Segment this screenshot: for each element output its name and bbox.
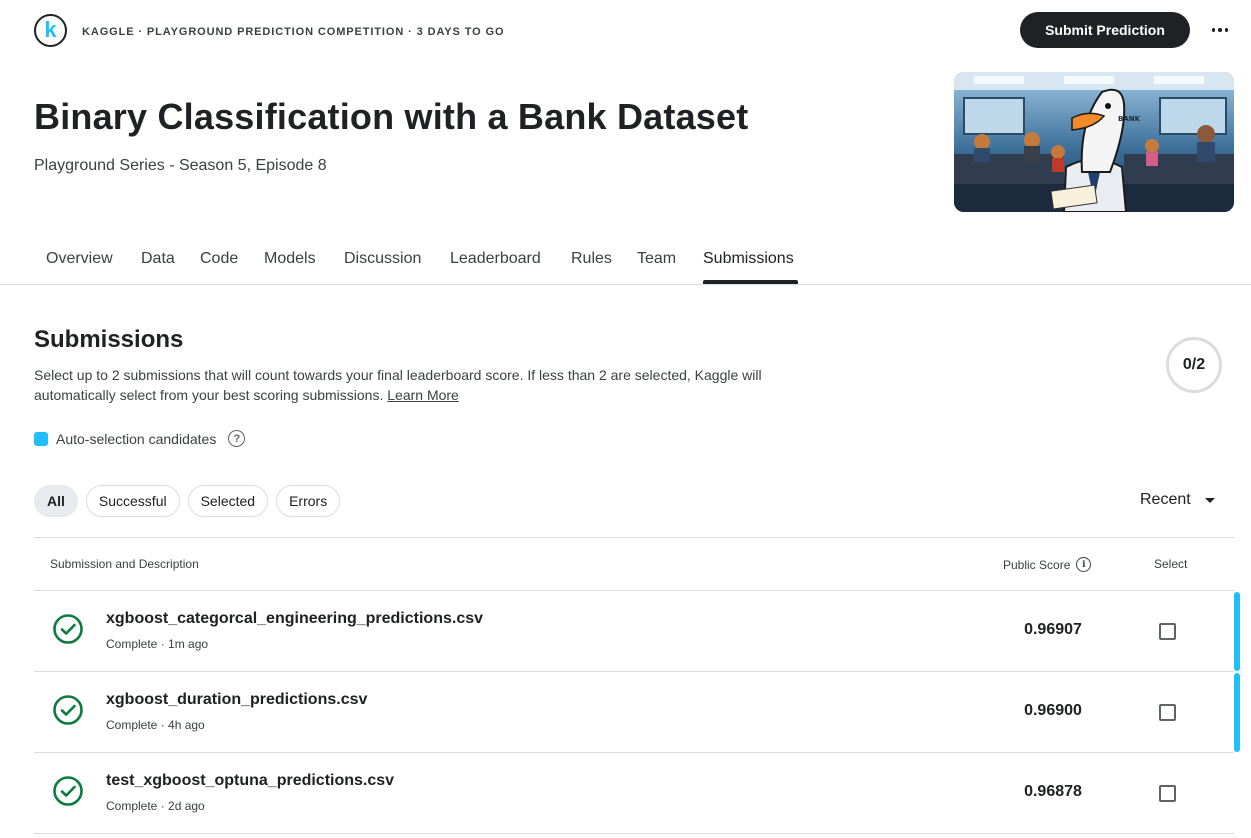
competition-meta: KAGGLE · PLAYGROUND PREDICTION COMPETITI… bbox=[82, 26, 505, 38]
caret-down-icon bbox=[1204, 497, 1215, 503]
auto-selection-marker bbox=[1234, 592, 1240, 671]
submission-status: Complete · 4h ago bbox=[106, 718, 205, 732]
tab-rules[interactable]: Rules bbox=[571, 250, 612, 284]
auto-selection-swatch bbox=[34, 431, 48, 446]
public-score: 0.96907 bbox=[1024, 621, 1082, 638]
competition-tabs: Overview Data Code Models Discussion Lea… bbox=[0, 240, 1251, 285]
tab-code[interactable]: Code bbox=[200, 250, 238, 284]
column-header-description: Submission and Description bbox=[50, 557, 199, 571]
submissions-table-header: Submission and Description Public Score … bbox=[34, 537, 1234, 591]
public-score: 0.96900 bbox=[1024, 702, 1082, 719]
column-header-score: Public Score i bbox=[1003, 557, 1092, 572]
auto-selection-marker bbox=[1234, 673, 1240, 752]
tab-submissions[interactable]: Submissions bbox=[703, 250, 794, 284]
filter-successful-chip[interactable]: Successful bbox=[85, 485, 180, 517]
submissions-description: Select up to 2 submissions that will cou… bbox=[34, 365, 834, 405]
auto-selection-label: Auto-selection candidates bbox=[56, 430, 217, 447]
top-bar: k KAGGLE · PLAYGROUND PREDICTION COMPETI… bbox=[0, 0, 1251, 62]
success-check-icon bbox=[53, 614, 83, 644]
column-header-score-label: Public Score bbox=[1003, 557, 1071, 572]
tab-leaderboard[interactable]: Leaderboard bbox=[450, 250, 541, 284]
select-checkbox[interactable] bbox=[1159, 623, 1176, 640]
select-checkbox[interactable] bbox=[1159, 704, 1176, 721]
tab-data[interactable]: Data bbox=[141, 250, 175, 284]
submission-filename[interactable]: test_xgboost_optuna_predictions.csv bbox=[106, 772, 394, 790]
table-row[interactable]: xgboost_categorcal_engineering_predictio… bbox=[34, 591, 1240, 672]
filter-chips: All Successful Selected Errors bbox=[34, 485, 341, 517]
tab-overview[interactable]: Overview bbox=[46, 250, 113, 284]
tab-models[interactable]: Models bbox=[264, 250, 316, 284]
public-score: 0.96878 bbox=[1024, 783, 1082, 800]
kaggle-logo-letter: k bbox=[44, 16, 57, 42]
success-check-icon bbox=[53, 695, 83, 725]
filter-all-chip[interactable]: All bbox=[34, 485, 78, 517]
select-checkbox[interactable] bbox=[1159, 785, 1176, 802]
submission-filename[interactable]: xgboost_duration_predictions.csv bbox=[106, 691, 367, 709]
banner-bank-sign: BANK bbox=[1118, 115, 1141, 123]
table-row[interactable]: xgboost_duration_predictions.csv Complet… bbox=[34, 672, 1240, 753]
kaggle-logo[interactable]: k bbox=[34, 14, 67, 47]
selection-counter: 0/2 bbox=[1166, 337, 1222, 393]
page-subtitle: Playground Series - Season 5, Episode 8 bbox=[34, 157, 327, 174]
tab-discussion[interactable]: Discussion bbox=[344, 250, 421, 284]
auto-selection-legend: Auto-selection candidates ? bbox=[34, 430, 246, 447]
filter-errors-chip[interactable]: Errors bbox=[276, 485, 341, 517]
submission-status: Complete · 1m ago bbox=[106, 637, 209, 651]
table-row[interactable]: test_xgboost_optuna_predictions.csv Comp… bbox=[34, 753, 1234, 834]
sort-dropdown[interactable]: Recent bbox=[1140, 491, 1215, 509]
submission-filename[interactable]: xgboost_categorcal_engineering_predictio… bbox=[106, 610, 483, 628]
help-circle-icon[interactable]: ? bbox=[228, 430, 246, 447]
submissions-heading: Submissions bbox=[34, 326, 184, 353]
filter-selected-chip[interactable]: Selected bbox=[187, 485, 269, 517]
tab-team[interactable]: Team bbox=[637, 250, 676, 284]
submission-status: Complete · 2d ago bbox=[106, 799, 205, 813]
sort-label: Recent bbox=[1140, 491, 1191, 508]
active-tab-indicator bbox=[703, 280, 798, 284]
info-icon[interactable]: i bbox=[1076, 557, 1092, 572]
success-check-icon bbox=[53, 776, 83, 806]
column-header-select: Select bbox=[1154, 557, 1188, 571]
competition-banner-image: BANK bbox=[954, 72, 1234, 212]
page-title: Binary Classification with a Bank Datase… bbox=[34, 96, 749, 137]
submit-prediction-button[interactable]: Submit Prediction bbox=[1020, 12, 1190, 48]
learn-more-link[interactable]: Learn More bbox=[387, 387, 459, 403]
more-options-icon[interactable] bbox=[1206, 16, 1234, 44]
